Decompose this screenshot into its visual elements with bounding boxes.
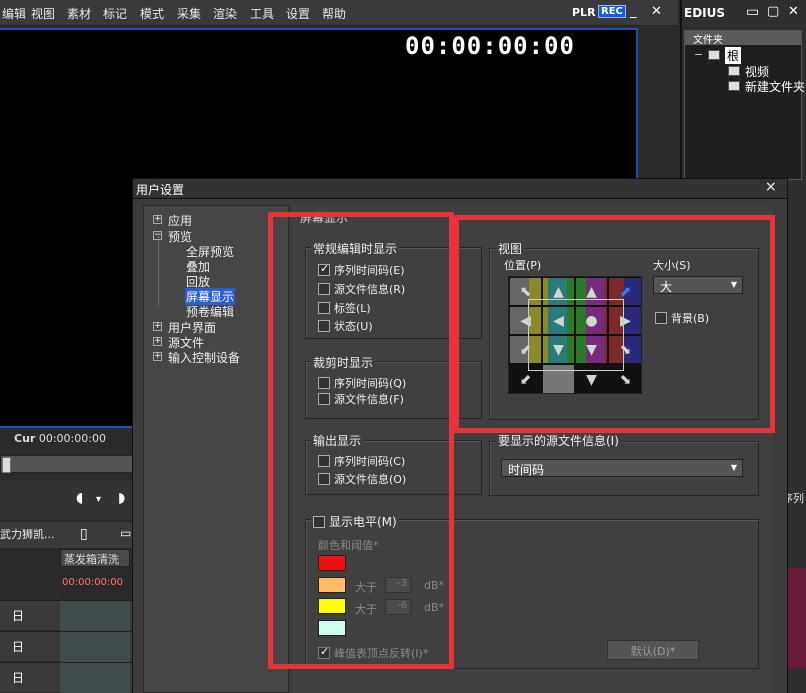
annotation-box-left: [268, 212, 454, 669]
source-info-dropdown[interactable]: 时间码: [501, 459, 743, 477]
minimize-icon[interactable]: _: [630, 4, 637, 19]
tree-guide: [158, 236, 159, 306]
mark-out-icon[interactable]: ◗: [118, 490, 125, 506]
track-row[interactable]: 日: [0, 631, 138, 662]
track-label: 日: [12, 640, 25, 654]
folder-icon: [728, 81, 740, 91]
chevron-down-icon[interactable]: ▾: [96, 494, 101, 505]
menu-render[interactable]: 渲染: [213, 5, 237, 22]
menu-marker[interactable]: 标记: [103, 5, 127, 22]
dialog-titlebar[interactable]: [133, 179, 787, 199]
ruler-timecode: 00:00:00:00: [62, 577, 124, 588]
folder-icon: [708, 50, 720, 60]
menu-help[interactable]: 帮助: [322, 5, 346, 22]
cur-label: Cur: [14, 432, 36, 445]
preview-timecode: 00:00:00:00: [405, 32, 575, 60]
sequence-name[interactable]: 武力狮凯...: [0, 526, 55, 542]
folder-icon[interactable]: ▭: [746, 4, 759, 20]
folder-icon: [728, 66, 740, 76]
track-body[interactable]: [60, 601, 130, 631]
dialog-close-icon[interactable]: ×: [765, 179, 777, 195]
current-timecode: Cur 00:00:00:00: [14, 432, 106, 445]
tree-collapse-icon[interactable]: −: [153, 231, 162, 240]
sequence-tab[interactable]: 蒸发箱清洗: [60, 549, 130, 567]
folder-panel-header: 文件夹: [685, 31, 801, 46]
slider-handle[interactable]: [2, 457, 11, 473]
tree-item-application[interactable]: 应用: [168, 212, 192, 229]
track-row[interactable]: 日: [0, 662, 138, 693]
transport-controls: ◖ ▾ ◗: [0, 480, 138, 520]
tree-expand-icon[interactable]: +: [153, 322, 162, 331]
tree-expand-icon[interactable]: +: [153, 215, 162, 224]
clip-thumbnail[interactable]: [785, 568, 806, 668]
menu-edit[interactable]: 编辑: [2, 5, 26, 22]
new-sequence-icon[interactable]: ▯: [80, 526, 88, 542]
menu-clip[interactable]: 素材: [67, 5, 91, 22]
track-label: 日: [12, 671, 25, 685]
track-body[interactable]: [60, 632, 130, 662]
tree-expand-icon[interactable]: +: [153, 352, 162, 361]
mark-in-icon[interactable]: ◖: [76, 490, 83, 506]
tree-collapse-icon[interactable]: −: [694, 48, 703, 61]
annotation-box-right: [454, 215, 775, 433]
plr-label[interactable]: PLR: [572, 6, 596, 19]
menu-mode[interactable]: 模式: [140, 5, 164, 22]
position-slider[interactable]: [0, 455, 138, 473]
dialog-title: 用户设置: [136, 183, 185, 197]
source-info-title: 要显示的源文件信息(I): [496, 432, 621, 449]
close-icon[interactable]: ✕: [788, 4, 799, 19]
track-label: 日: [12, 609, 25, 623]
close-icon[interactable]: ✕: [651, 4, 662, 19]
window-icon[interactable]: ▢: [767, 4, 779, 19]
bin-title: EDIUS: [684, 6, 726, 20]
menu-settings[interactable]: 设置: [286, 5, 310, 22]
default-button[interactable]: 默认(D)*: [607, 640, 699, 660]
bin-root-folder[interactable]: 根: [725, 47, 742, 64]
bin-folder-new[interactable]: 新建文件夹: [745, 78, 805, 95]
track-row[interactable]: 日: [0, 600, 138, 631]
menu-view[interactable]: 视图: [31, 5, 55, 22]
track-body[interactable]: [60, 663, 130, 693]
rec-label[interactable]: REC: [598, 5, 626, 18]
menu-tools[interactable]: 工具: [250, 5, 274, 22]
tree-expand-icon[interactable]: +: [153, 337, 162, 346]
menu-capture[interactable]: 采集: [177, 5, 201, 22]
cur-value: 00:00:00:00: [38, 432, 106, 445]
tree-item-input-device[interactable]: 输入控制设备: [168, 349, 240, 366]
tree-item-preroll-edit[interactable]: 预卷编辑: [186, 303, 234, 320]
folder-icon[interactable]: ▭: [120, 526, 131, 540]
